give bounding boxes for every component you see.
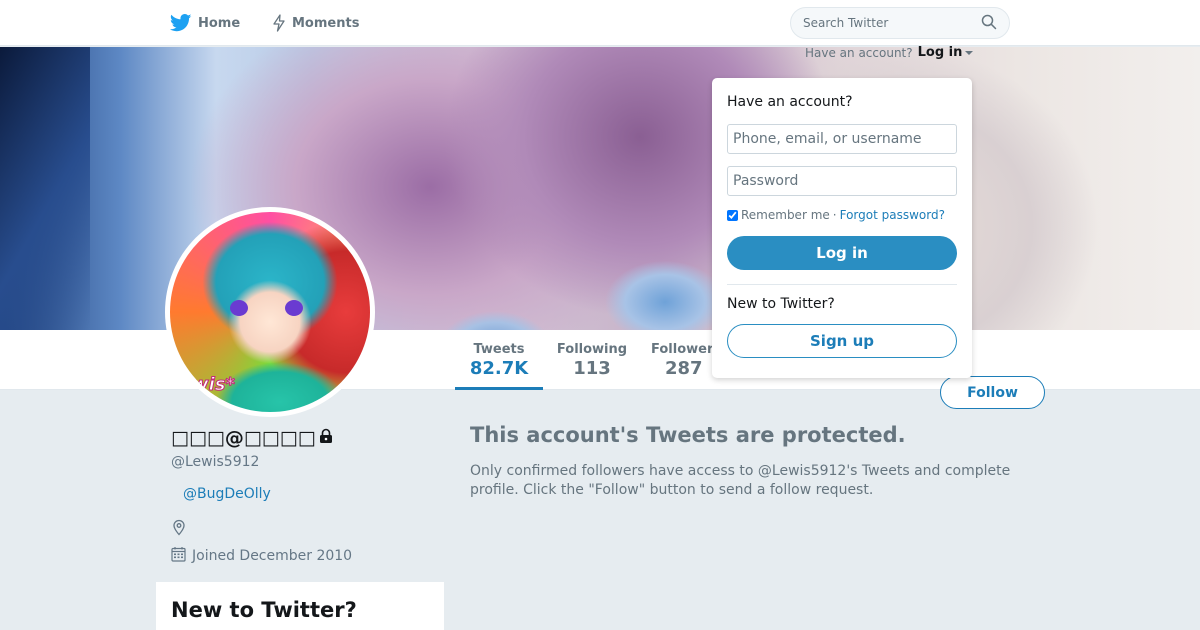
top-navigation-bar: Home Moments [0,0,1200,46]
nav-home[interactable]: Home [170,0,240,46]
login-toggle-label: Log in [917,45,963,60]
calendar-icon [171,546,186,566]
stat-following-value: 113 [573,358,611,379]
profile-name-text: □□□@□□□□ [171,427,316,449]
profile-mention-link[interactable]: @BugDeOlly [183,486,271,502]
search-icon[interactable] [981,14,997,33]
dropdown-new-label: New to Twitter? [727,296,835,312]
new-card-title: New to Twitter? [171,598,357,622]
stat-tweets-label: Tweets [473,342,525,357]
stat-following[interactable]: Following 113 [553,330,631,390]
dropdown-divider [727,284,957,285]
remember-me-checkbox[interactable] [727,209,738,221]
joined-text: Joined December 2010 [192,548,353,564]
remember-row: Remember me · Forgot password? [727,208,945,222]
stat-tweets-value: 82.7K [469,358,529,379]
caret-down-icon [965,45,974,60]
protected-message: Only confirmed followers have access to … [470,463,1011,498]
stat-followers-value: 287 [665,358,703,379]
login-button[interactable]: Log in [727,236,957,270]
protected-title: This account's Tweets are protected. [470,423,906,447]
banner-shadow [0,47,90,330]
separator-dot: · [832,208,837,222]
search-box [790,7,1010,39]
login-dropdown: Have an account? Remember me · Forgot pa… [712,78,972,378]
twitter-bird-icon [170,14,192,32]
stat-following-label: Following [556,342,628,357]
signup-button[interactable]: Sign up [727,324,957,358]
login-prompt-question: Have an account? [805,45,913,60]
follow-button[interactable]: Follow [940,376,1045,409]
password-field[interactable] [727,166,957,196]
login-dropdown-toggle[interactable]: Log in [918,45,974,60]
location-pin-icon [171,519,187,540]
avatar[interactable]: wis* [165,207,375,417]
new-to-twitter-card: New to Twitter? [156,582,444,630]
stat-followers[interactable]: Followers 287 [651,330,721,390]
stat-tweets[interactable]: Tweets 82.7K [455,330,543,390]
login-prompt: Have an account? Log in [805,45,974,60]
nav-home-label: Home [198,15,241,31]
avatar-eye-left [230,300,248,316]
lightning-icon [272,14,286,32]
lock-icon [318,427,334,449]
profile-handle: @Lewis5912 [171,454,260,470]
avatar-text: wis* [192,374,236,396]
nav-moments-label: Moments [292,15,360,31]
avatar-image: wis* [170,212,370,412]
joined-date: Joined December 2010 [171,546,352,566]
nav-moments[interactable]: Moments [272,0,359,46]
avatar-eye-right [285,300,303,316]
search-input[interactable] [803,16,973,30]
profile-name: □□□@□□□□ [171,427,334,449]
forgot-password-link[interactable]: Forgot password? [840,208,945,222]
username-field[interactable] [727,124,957,154]
remember-me-label: Remember me [741,208,830,222]
stat-followers-label: Followers [651,342,722,357]
dropdown-title: Have an account? [727,94,853,110]
